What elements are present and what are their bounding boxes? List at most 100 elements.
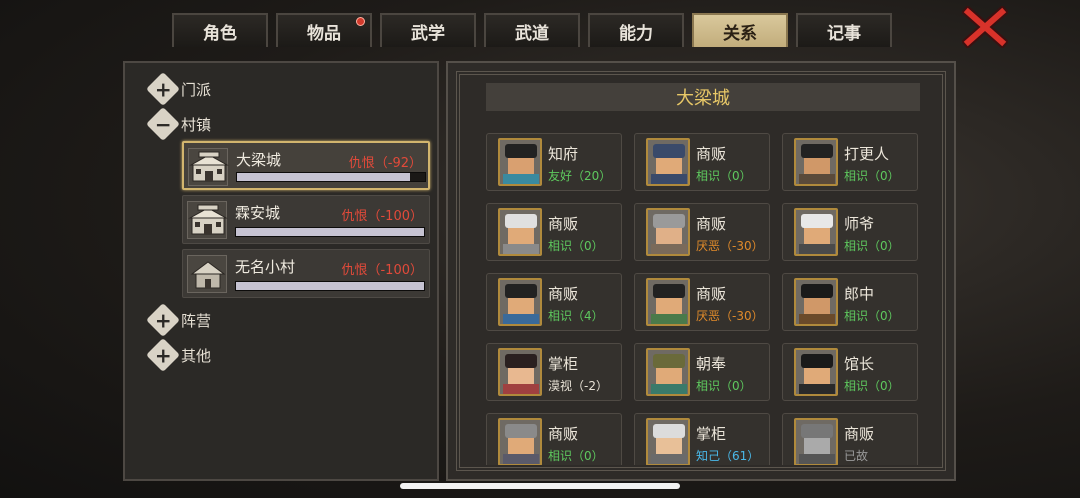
tab-label: 物品 xyxy=(307,23,341,44)
npc-card[interactable]: 掌柜漠视（-2） xyxy=(486,343,622,401)
npc-name: 师爷 xyxy=(844,215,875,233)
city-gate-icon xyxy=(188,148,229,186)
city-gate-icon xyxy=(187,201,228,239)
tab-label: 武学 xyxy=(411,23,445,44)
npc-relations-panel: 大梁城 知府 友好（20） 商贩 相识（0） 打更人 相识（0） 商贩 相识（0） 商贩 厌恶（-… xyxy=(446,61,956,481)
npc-card[interactable]: 商贩 厌恶（-30） xyxy=(634,203,770,261)
relation-bar-fill xyxy=(236,228,424,236)
npc-portrait-icon xyxy=(498,138,542,186)
npc-relation: 相识（0） xyxy=(844,309,900,323)
tab-label: 能力 xyxy=(619,23,653,44)
npc-portrait-icon xyxy=(794,208,838,256)
tab-label: 关系 xyxy=(723,23,757,44)
town-relation: 仇恨（-100） xyxy=(341,263,423,278)
tree-node-zhenying[interactable]: + 阵营 xyxy=(146,303,212,337)
npc-name: 朝奉 xyxy=(696,355,727,373)
npc-name: 掌柜 xyxy=(548,355,579,373)
relation-bar xyxy=(236,172,426,182)
npc-relation: 相识（0） xyxy=(696,169,752,183)
expand-plus-icon: + xyxy=(146,338,180,372)
category-tree-panel: + 门派 − 村镇 大梁城 仇恨（-92） 霖安城 仇恨（-100） 无名小村 仇恨（-1… xyxy=(123,61,439,481)
collapse-minus-icon: − xyxy=(146,107,180,141)
npc-portrait-icon xyxy=(794,138,838,186)
town-name: 大梁城 xyxy=(236,151,282,169)
npc-portrait-icon xyxy=(646,348,690,396)
npc-relation: 知己（61） xyxy=(696,449,760,463)
tab-bar: 角色 物品 武学 武道 能力 关系 记事 xyxy=(172,13,892,47)
npc-name: 商贩 xyxy=(548,425,579,443)
npc-grid[interactable]: 知府 友好（20） 商贩 相识（0） 打更人 相识（0） 商贩 相识（0） 商贩 厌恶（-30）师… xyxy=(486,133,926,465)
npc-card[interactable]: 商贩 已故 xyxy=(782,413,918,465)
tree-node-label: 其他 xyxy=(181,346,212,365)
home-indicator[interactable] xyxy=(400,483,680,489)
npc-name: 商贩 xyxy=(548,285,579,303)
tree-node-label: 阵营 xyxy=(181,311,212,330)
tab-3[interactable]: 武道 xyxy=(484,13,580,47)
relation-bar xyxy=(235,227,425,237)
npc-name: 知府 xyxy=(548,145,579,163)
town-item[interactable]: 大梁城 仇恨（-92） xyxy=(182,141,430,190)
npc-portrait-icon xyxy=(646,208,690,256)
tree-node-label: 村镇 xyxy=(181,115,212,134)
npc-card[interactable]: 郎中相识（0） xyxy=(782,273,918,331)
npc-name: 商贩 xyxy=(696,285,727,303)
npc-card[interactable]: 商贩 厌恶（-30） xyxy=(634,273,770,331)
npc-portrait-icon xyxy=(646,418,690,465)
npc-portrait-icon xyxy=(794,348,838,396)
town-relation: 仇恨（-100） xyxy=(341,209,423,224)
npc-relation: 相识（0） xyxy=(844,169,900,183)
expand-plus-icon: + xyxy=(146,303,180,337)
relation-bar-fill xyxy=(236,282,424,290)
npc-card[interactable]: 打更人相识（0） xyxy=(782,133,918,191)
npc-portrait-icon xyxy=(498,208,542,256)
npc-name: 打更人 xyxy=(844,145,890,163)
tab-1[interactable]: 物品 xyxy=(276,13,372,47)
npc-card[interactable]: 商贩相识（4） xyxy=(486,273,622,331)
npc-relation: 已故 xyxy=(844,449,869,463)
npc-name: 馆长 xyxy=(844,355,875,373)
tree-node-label: 门派 xyxy=(181,80,212,99)
npc-relation: 相识（0） xyxy=(844,239,900,253)
npc-name: 掌柜 xyxy=(696,425,727,443)
relation-bar-fill xyxy=(237,173,410,181)
city-title: 大梁城 xyxy=(486,83,920,111)
npc-relation: 相识（4） xyxy=(548,309,604,323)
npc-card[interactable]: 商贩 相识（0） xyxy=(486,203,622,261)
tab-label: 角色 xyxy=(203,23,237,44)
town-relation: 仇恨（-92） xyxy=(348,156,422,171)
npc-portrait-icon xyxy=(646,278,690,326)
npc-name: 商贩 xyxy=(844,425,875,443)
town-name: 霖安城 xyxy=(235,204,281,222)
npc-relation: 漠视（-2） xyxy=(548,379,608,393)
tree-node-cunzhen[interactable]: − 村镇 xyxy=(146,107,212,141)
npc-relation: 相识（0） xyxy=(548,449,604,463)
tab-label: 记事 xyxy=(827,23,861,44)
npc-portrait-icon xyxy=(794,418,838,465)
town-item[interactable]: 无名小村 仇恨（-100） xyxy=(182,249,430,298)
tab-6[interactable]: 记事 xyxy=(796,13,892,47)
npc-card[interactable]: 商贩相识（0） xyxy=(634,133,770,191)
npc-portrait-icon xyxy=(498,278,542,326)
npc-name: 郎中 xyxy=(844,285,875,303)
npc-relation: 相识（0） xyxy=(548,239,604,253)
tab-4[interactable]: 能力 xyxy=(588,13,684,47)
npc-name: 商贩 xyxy=(696,145,727,163)
tab-5[interactable]: 关系 xyxy=(692,13,788,47)
tab-label: 武道 xyxy=(515,23,549,44)
npc-card[interactable]: 商贩相识（0） xyxy=(486,413,622,465)
notification-dot-icon xyxy=(356,17,365,26)
npc-card[interactable]: 师爷相识（0） xyxy=(782,203,918,261)
npc-portrait-icon xyxy=(498,418,542,465)
town-name: 无名小村 xyxy=(235,258,296,276)
tab-2[interactable]: 武学 xyxy=(380,13,476,47)
npc-card[interactable]: 馆长 相识（0） xyxy=(782,343,918,401)
tree-node-qita[interactable]: + 其他 xyxy=(146,338,212,372)
npc-card[interactable]: 知府 友好（20） xyxy=(486,133,622,191)
relation-bar xyxy=(235,281,425,291)
tree-node-menpai[interactable]: + 门派 xyxy=(146,72,212,106)
tab-0[interactable]: 角色 xyxy=(172,13,268,47)
close-icon[interactable] xyxy=(960,4,1010,50)
npc-card[interactable]: 掌柜知己（61） xyxy=(634,413,770,465)
npc-card[interactable]: 朝奉 相识（0） xyxy=(634,343,770,401)
town-item[interactable]: 霖安城 仇恨（-100） xyxy=(182,195,430,244)
